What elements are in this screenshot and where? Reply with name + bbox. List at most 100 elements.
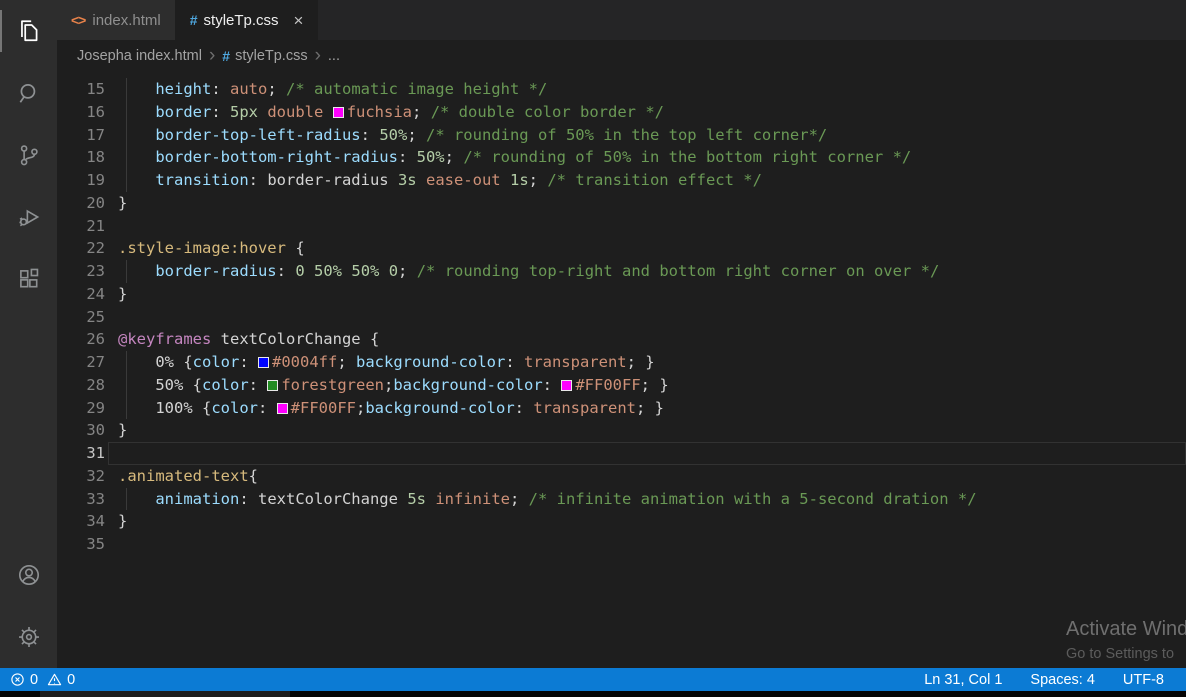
line-number[interactable]: 32 [57, 465, 118, 488]
code-line-24[interactable]: 24} [57, 283, 1186, 306]
activate-windows-watermark: Activate Wind Go to Settings to [1066, 618, 1186, 662]
close-icon[interactable]: × [294, 12, 304, 29]
watermark-subtitle: Go to Settings to [1066, 646, 1175, 662]
code-line-34[interactable]: 34} [57, 510, 1186, 533]
statusbar-item[interactable]: UTF-8 [1123, 672, 1164, 688]
line-number[interactable]: 27 [57, 351, 118, 374]
code-line-33[interactable]: 33 animation: textColorChange 5s infinit… [57, 487, 1186, 511]
code-line-15[interactable]: 15 height: auto; /* automatic image heig… [57, 78, 1186, 101]
code-text: .style-image:hover { [118, 239, 305, 258]
tab-styleTp.css[interactable]: # styleTp.css × [175, 0, 319, 40]
breadcrumb-item[interactable]: Josepha index.html [77, 48, 202, 64]
line-number[interactable]: 22 [57, 237, 118, 260]
code-line-18[interactable]: 18 border-bottom-right-radius: 50%; /* r… [57, 146, 1186, 169]
code-line-28[interactable]: 28 50% {color: forestgreen;background-co… [57, 373, 1186, 397]
debug-play-bug-icon [16, 204, 42, 230]
code-text: height: auto; /* automatic image height … [118, 78, 1186, 101]
code-text: } [118, 421, 128, 440]
line-number[interactable]: 29 [57, 397, 118, 420]
activitybar-item-settings[interactable] [0, 606, 57, 668]
status-bar-right: Ln 31, Col 1 Spaces: 4 UTF-8 [924, 672, 1176, 688]
code-text: 0% {color: #0004ff; background-color: tr… [118, 351, 1186, 374]
chevron-right-icon: › [314, 44, 321, 66]
code-line-27[interactable]: 27 0% {color: #0004ff; background-color:… [57, 351, 1186, 374]
code-text: border: 5px double fuchsia; /* double co… [118, 100, 1186, 124]
watermark-title: Activate Wind [1066, 618, 1186, 640]
code-text: 50% {color: forestgreen;background-color… [118, 373, 1186, 397]
activitybar-item-search[interactable] [0, 62, 57, 124]
code-line-26[interactable]: 26 @keyframes textColorChange { [57, 328, 1186, 351]
code-line-21[interactable]: 21 [57, 215, 1186, 238]
color-swatch[interactable] [332, 106, 344, 118]
gear-icon [16, 624, 42, 650]
tab-index.html[interactable]: <> index.html [57, 0, 176, 40]
code-line-32[interactable]: 32 .animated-text{ [57, 465, 1186, 488]
code-text: border-top-left-radius: 50%; /* rounding… [118, 123, 1186, 147]
code-text: border-bottom-right-radius: 50%; /* roun… [118, 146, 1186, 169]
color-swatch[interactable] [258, 357, 269, 368]
taskbar-segment [40, 691, 290, 697]
html-code-icon: <> [71, 12, 86, 28]
line-number[interactable]: 28 [57, 374, 118, 397]
files-icon [16, 18, 42, 44]
css-hash-icon: # [222, 48, 231, 64]
line-number[interactable]: 20 [57, 192, 118, 215]
code-text: @keyframes textColorChange { [118, 330, 380, 349]
line-number[interactable]: 19 [57, 169, 118, 192]
line-number[interactable]: 33 [57, 488, 118, 511]
color-swatch[interactable] [276, 402, 288, 414]
code-line-31[interactable]: 31 [57, 442, 1186, 465]
activitybar-item-account[interactable] [0, 544, 57, 606]
color-swatch[interactable] [561, 379, 573, 391]
code-line-20[interactable]: 20} [57, 192, 1186, 215]
error-icon [10, 672, 25, 687]
color-swatch[interactable] [267, 379, 279, 391]
statusbar-item[interactable]: Spaces: 4 [1030, 672, 1095, 688]
code-line-25[interactable]: 25 [57, 306, 1186, 329]
taskbar-strip [0, 691, 1186, 697]
tab-label: styleTp.css [203, 11, 279, 29]
activitybar-item-explorer[interactable] [0, 0, 57, 62]
line-number[interactable]: 23 [57, 260, 118, 283]
line-number[interactable]: 35 [57, 533, 118, 556]
code-editor[interactable]: 15 height: auto; /* automatic image heig… [57, 72, 1186, 668]
breadcrumb: Josepha index.html › # styleTp.css ›... [57, 40, 1186, 72]
line-number[interactable]: 17 [57, 124, 118, 147]
chevron-right-icon: › [208, 44, 216, 66]
code-line-19[interactable]: 19 transition: border-radius 3s ease-out… [57, 169, 1186, 192]
line-number[interactable]: 18 [57, 146, 118, 169]
line-number[interactable]: 15 [57, 78, 118, 101]
activity-bar [0, 0, 57, 668]
activitybar-item-source-control[interactable] [0, 124, 57, 186]
activitybar-item-extensions[interactable] [0, 248, 57, 310]
code-line-30[interactable]: 30} [57, 419, 1186, 442]
line-number[interactable]: 26 [57, 328, 118, 351]
code-text: animation: textColorChange 5s infinite; … [118, 487, 1186, 511]
statusbar-item[interactable]: Ln 31, Col 1 [924, 672, 1002, 688]
line-number[interactable]: 30 [57, 419, 118, 442]
css-hash-icon: # [189, 12, 198, 28]
breadcrumb-item[interactable]: # styleTp.css [222, 48, 307, 64]
line-number[interactable]: 31 [57, 442, 118, 465]
line-number[interactable]: 25 [57, 306, 118, 329]
code-line-22[interactable]: 22 .style-image:hover { [57, 237, 1186, 260]
line-number[interactable]: 16 [57, 101, 118, 124]
line-number[interactable]: 21 [57, 215, 118, 238]
code-text: .animated-text{ [118, 466, 258, 485]
activitybar-spacer [0, 310, 57, 544]
breadcrumb-item[interactable]: ... [328, 48, 340, 64]
vscode-window: <> index.html # styleTp.css × Josepha index.… [0, 0, 1186, 697]
line-number[interactable]: 24 [57, 283, 118, 306]
breadcrumb-label: ... [327, 48, 340, 64]
activitybar-item-run-debug[interactable] [0, 186, 57, 248]
code-line-16[interactable]: 16 border: 5px double fuchsia; /* double… [57, 100, 1186, 124]
code-line-17[interactable]: 17 border-top-left-radius: 50%; /* round… [57, 123, 1186, 147]
line-number[interactable]: 34 [57, 510, 118, 533]
code-text: border-radius: 0 50% 50% 0; /* rounding … [118, 260, 1186, 283]
code-line-35[interactable]: 35 [57, 533, 1186, 556]
code-line-23[interactable]: 23 border-radius: 0 50% 50% 0; /* roundi… [57, 260, 1186, 283]
code-line-29[interactable]: 29 100% {color: #FF00FF;background-color… [57, 396, 1186, 420]
problems-status[interactable]: 0 0 [10, 672, 75, 688]
